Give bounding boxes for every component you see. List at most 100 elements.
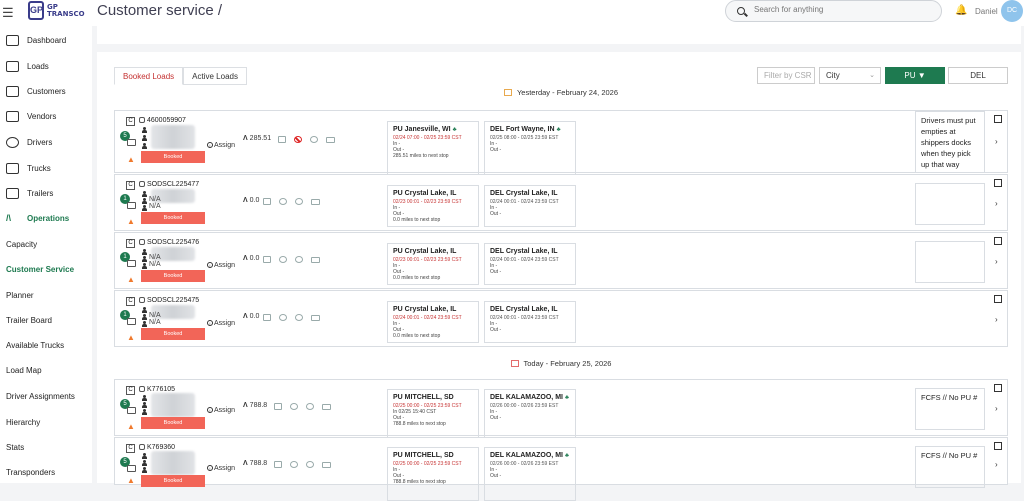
calendar-icon[interactable]	[263, 256, 271, 263]
sidebar-sub-planner[interactable]: Planner	[6, 287, 34, 303]
assign-button[interactable]: i Assign	[207, 262, 235, 269]
chat-icon[interactable]	[127, 260, 136, 267]
bug-icon[interactable]	[306, 461, 314, 468]
row-checkbox[interactable]	[994, 115, 1002, 123]
sidebar-item-dashboard[interactable]: Dashboard	[6, 32, 66, 48]
sidebar-sub-load-map[interactable]: Load Map	[6, 362, 42, 378]
truck-icon[interactable]	[326, 136, 335, 143]
chevron-right-icon[interactable]: ›	[995, 404, 998, 413]
truck-icon[interactable]	[311, 256, 320, 263]
row-checkbox[interactable]	[994, 384, 1002, 392]
pickup-stop[interactable]: PU Janesville, WI ♣ 02/24 07:00 - 02/25 2…	[387, 121, 479, 175]
pickup-stop[interactable]: PU Crystal Lake, IL 02/23 00:01 - 02/23 …	[387, 243, 479, 285]
delivery-stop[interactable]: DEL KALAMAZOO, MI ♣ 02/26 00:00 - 02/26 2…	[484, 447, 576, 501]
copy-icon[interactable]	[139, 297, 145, 303]
sidebar-sub-transponders[interactable]: Transponders	[6, 464, 55, 480]
pickup-stop[interactable]: PU Crystal Lake, IL 02/23 00:01 - 02/23 …	[387, 185, 479, 227]
sidebar-sub-driver-assignments[interactable]: Driver Assignments	[6, 388, 75, 404]
sidebar-item-loads[interactable]: Loads	[6, 58, 49, 74]
bell-icon[interactable]: 🔔	[955, 5, 967, 16]
pickup-stop[interactable]: PU MITCHELL, SD 02/25 00:00 - 02/25 23:5…	[387, 389, 479, 443]
chevron-right-icon[interactable]: ›	[995, 315, 998, 324]
c-checkbox[interactable]: C	[126, 117, 135, 126]
truck-icon[interactable]	[311, 314, 320, 321]
chat-icon[interactable]	[127, 407, 136, 414]
note-box[interactable]: Drivers must put empties at shippers doc…	[915, 111, 985, 173]
pickup-stop[interactable]: PU Crystal Lake, IL 02/24 00:01 - 02/24 …	[387, 301, 479, 343]
copy-icon[interactable]	[139, 239, 145, 245]
sidebar-item-trailers[interactable]: Trailers	[6, 185, 53, 201]
sidebar-item-drivers[interactable]: Drivers	[6, 134, 52, 150]
calendar-icon[interactable]	[278, 136, 286, 143]
truck-icon[interactable]	[322, 403, 331, 410]
csr-filter-input[interactable]: Filter by CSR	[757, 67, 815, 84]
delivery-stop[interactable]: DEL Crystal Lake, IL 02/24 00:01 - 02/24…	[484, 185, 576, 227]
assign-button[interactable]: i Assign	[207, 465, 235, 472]
bug-icon[interactable]	[295, 314, 303, 321]
del-sort-button[interactable]: DEL	[948, 67, 1008, 84]
chevron-right-icon[interactable]: ›	[995, 137, 998, 146]
copy-icon[interactable]	[139, 444, 145, 450]
note-box[interactable]	[915, 241, 985, 283]
blocked-icon[interactable]	[294, 136, 302, 143]
avatar[interactable]: DC	[1001, 0, 1023, 22]
sidebar-sub-hierarchy[interactable]: Hierarchy	[6, 414, 40, 430]
blocked-icon[interactable]	[279, 314, 287, 321]
tab-booked-loads[interactable]: Booked Loads	[114, 67, 184, 85]
calendar-icon[interactable]	[274, 403, 282, 410]
row-checkbox[interactable]	[994, 237, 1002, 245]
row-checkbox[interactable]	[994, 179, 1002, 187]
sidebar-sub-available-trucks[interactable]: Available Trucks	[6, 337, 64, 353]
chat-icon[interactable]	[127, 202, 136, 209]
pickup-stop[interactable]: PU MITCHELL, SD 02/25 00:00 - 02/25 23:5…	[387, 447, 479, 501]
row-checkbox[interactable]	[994, 295, 1002, 303]
delivery-stop[interactable]: DEL Crystal Lake, IL 02/24 00:01 - 02/24…	[484, 301, 576, 343]
sidebar-item-operations[interactable]: /\ Operations	[6, 210, 69, 226]
city-select[interactable]: City ⌄	[819, 67, 881, 84]
c-checkbox[interactable]: C	[126, 181, 135, 190]
sidebar-sub-capacity[interactable]: Capacity	[6, 236, 37, 252]
note-box[interactable]: FCFS // No PU #	[915, 446, 985, 488]
hamburger-menu-icon[interactable]: ☰	[2, 5, 14, 21]
copy-icon[interactable]	[139, 117, 145, 123]
calendar-icon[interactable]	[274, 461, 282, 468]
calendar-icon[interactable]	[263, 314, 271, 321]
chat-icon[interactable]	[127, 318, 136, 325]
chevron-right-icon[interactable]: ›	[995, 460, 998, 469]
copy-icon[interactable]	[139, 386, 145, 392]
c-checkbox[interactable]: C	[126, 444, 135, 453]
note-box[interactable]	[915, 183, 985, 225]
blocked-icon[interactable]	[279, 198, 287, 205]
chat-icon[interactable]	[127, 139, 136, 146]
blocked-icon[interactable]	[279, 256, 287, 263]
sidebar-sub-stats[interactable]: Stats	[6, 439, 24, 455]
chevron-right-icon[interactable]: ›	[995, 257, 998, 266]
c-checkbox[interactable]: C	[126, 386, 135, 395]
blocked-icon[interactable]	[290, 403, 298, 410]
bug-icon[interactable]	[306, 403, 314, 410]
c-checkbox[interactable]: C	[126, 297, 135, 306]
assign-button[interactable]: i Assign	[207, 142, 235, 149]
sidebar-item-customers[interactable]: Customers	[6, 83, 66, 99]
note-box[interactable]: FCFS // No PU #	[915, 388, 985, 430]
search-bar[interactable]	[725, 0, 942, 22]
copy-icon[interactable]	[139, 181, 145, 187]
sidebar-sub-customer-service[interactable]: Customer Service	[6, 261, 74, 277]
c-checkbox[interactable]: C	[126, 239, 135, 248]
blocked-icon[interactable]	[290, 461, 298, 468]
bug-icon[interactable]	[295, 256, 303, 263]
bug-icon[interactable]	[295, 198, 303, 205]
sidebar-sub-trailer-board[interactable]: Trailer Board	[6, 312, 52, 328]
calendar-icon[interactable]	[263, 198, 271, 205]
delivery-stop[interactable]: DEL KALAMAZOO, MI ♣ 02/26 00:00 - 02/26 2…	[484, 389, 576, 443]
bug-icon[interactable]	[310, 136, 318, 143]
delivery-stop[interactable]: DEL Crystal Lake, IL 02/24 00:01 - 02/24…	[484, 243, 576, 285]
search-input[interactable]	[754, 5, 934, 14]
delivery-stop[interactable]: DEL Fort Wayne, IN ♣ 02/25 08:00 - 02/25 …	[484, 121, 576, 175]
sidebar-item-trucks[interactable]: Trucks	[6, 160, 51, 176]
chevron-right-icon[interactable]: ›	[995, 199, 998, 208]
assign-button[interactable]: i Assign	[207, 407, 235, 414]
truck-icon[interactable]	[322, 461, 331, 468]
pu-sort-button[interactable]: PU ▼	[885, 67, 945, 84]
row-checkbox[interactable]	[994, 442, 1002, 450]
